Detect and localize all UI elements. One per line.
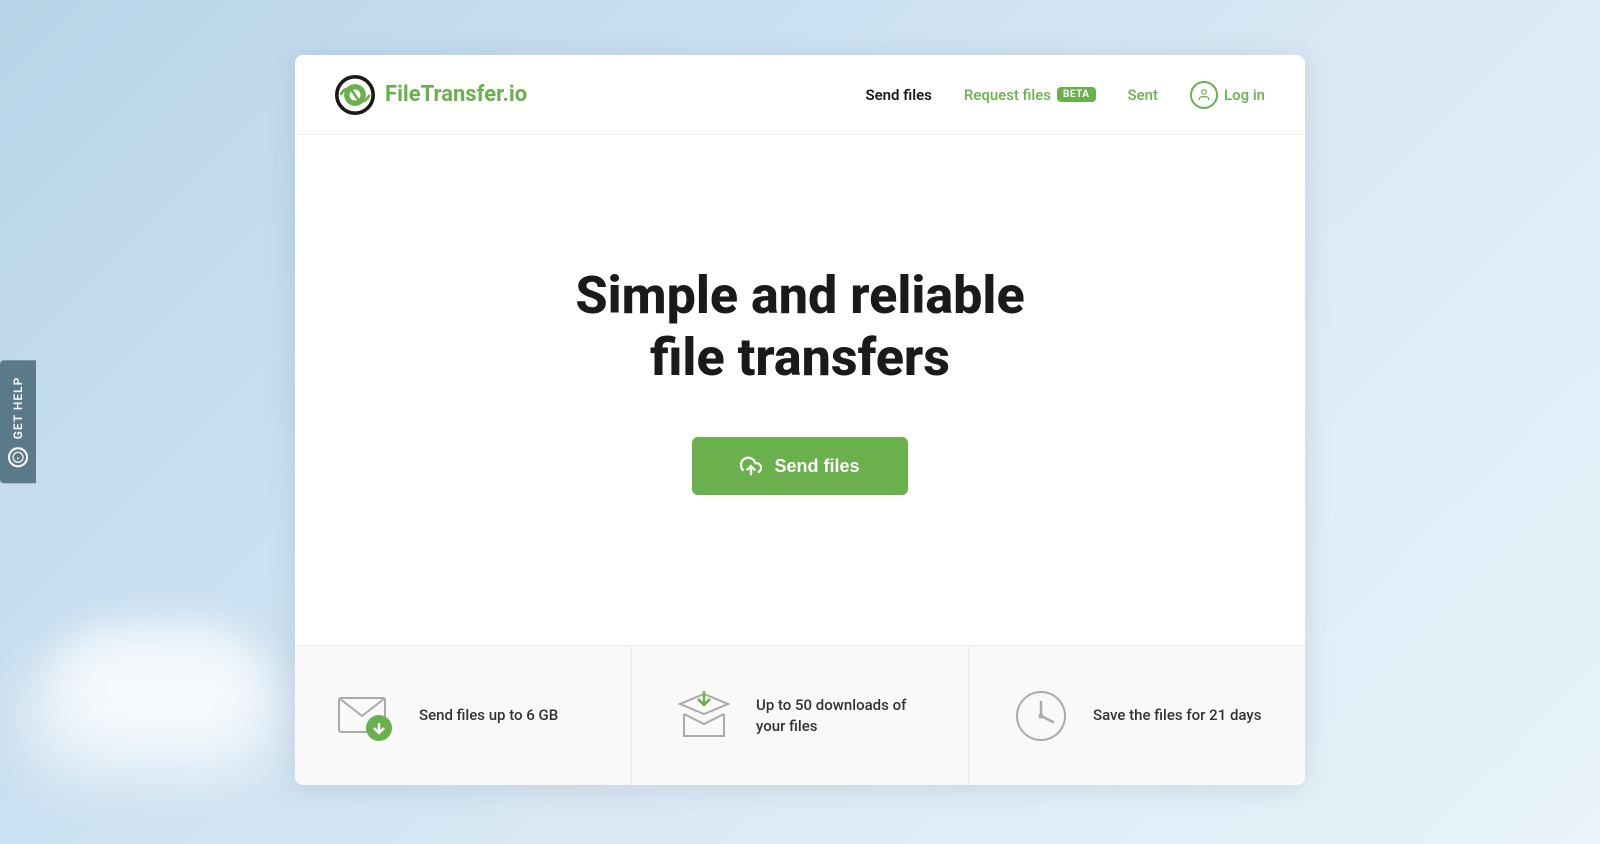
feature-send-size: Send files up to 6 GB bbox=[295, 646, 632, 785]
send-files-button[interactable]: Send files bbox=[692, 437, 907, 495]
feature-duration: Save the files for 21 days bbox=[969, 646, 1305, 785]
feature-send-size-text: Send files up to 6 GB bbox=[419, 705, 558, 726]
login-button[interactable]: Log in bbox=[1190, 81, 1265, 109]
hero-title: Simple and reliable file transfers bbox=[575, 265, 1024, 390]
hero-section: Simple and reliable file transfers Send … bbox=[295, 135, 1305, 645]
upload-icon bbox=[740, 455, 762, 477]
box-download-icon-wrap bbox=[672, 684, 736, 748]
nav-login[interactable]: Log in bbox=[1190, 81, 1265, 109]
clock-icon-wrap bbox=[1009, 684, 1073, 748]
feature-downloads-text: Up to 50 downloads ofyour files bbox=[756, 695, 906, 737]
logo[interactable]: FileTransfer.io bbox=[335, 75, 527, 115]
get-help-sidebar[interactable]: GET HELP bbox=[0, 361, 36, 484]
content-card: FileTransfer.io Send files Request files… bbox=[295, 55, 1305, 785]
feature-duration-text: Save the files for 21 days bbox=[1093, 705, 1261, 726]
get-help-label: GET HELP bbox=[11, 377, 25, 440]
help-icon bbox=[8, 447, 28, 467]
nav-send-files[interactable]: Send files bbox=[865, 86, 931, 104]
box-download-icon bbox=[674, 686, 734, 746]
clock-icon bbox=[1013, 688, 1069, 744]
send-files-nav-link[interactable]: Send files bbox=[865, 86, 931, 104]
features-section: Send files up to 6 GB bbox=[295, 645, 1305, 785]
envelope-icon-wrap bbox=[335, 684, 399, 748]
user-icon bbox=[1190, 81, 1218, 109]
nav-sent[interactable]: Sent bbox=[1128, 86, 1158, 104]
brand-name: FileTransfer.io bbox=[385, 82, 527, 107]
nav-request-files[interactable]: Request files BETA bbox=[964, 86, 1096, 104]
main-wrapper: FileTransfer.io Send files Request files… bbox=[0, 0, 1600, 844]
feature-downloads: Up to 50 downloads ofyour files bbox=[632, 646, 969, 785]
navbar: FileTransfer.io Send files Request files… bbox=[295, 55, 1305, 135]
beta-badge: BETA bbox=[1057, 87, 1096, 102]
envelope-icon bbox=[337, 688, 397, 743]
send-files-btn-label: Send files bbox=[774, 456, 859, 477]
sent-nav-link[interactable]: Sent bbox=[1128, 86, 1158, 104]
logo-icon bbox=[335, 75, 375, 115]
request-files-nav-link[interactable]: Request files bbox=[964, 86, 1051, 104]
